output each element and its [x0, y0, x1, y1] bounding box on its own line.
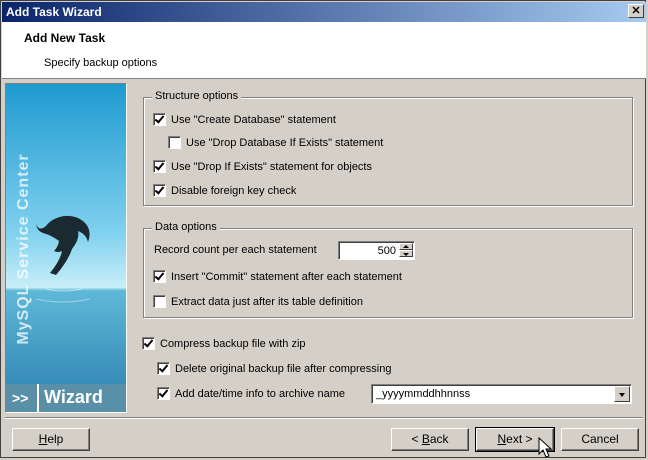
opt-extract-after-table[interactable]: Extract data just after its table defini… — [153, 295, 363, 308]
record-count-text: Record count per each statement — [154, 244, 317, 256]
checkbox-label: Compress backup file with zip — [160, 337, 306, 350]
checkbox-label: Disable foreign key check — [171, 184, 297, 197]
close-icon: ✕ — [631, 5, 641, 17]
cancel-button[interactable]: Cancel — [561, 428, 639, 451]
checkbox-label: Add date/time info to archive name — [175, 387, 345, 400]
window-title: Add Task Wizard — [6, 5, 102, 19]
wizard-window: Add Task Wizard ✕ Add New Task Specify b… — [0, 0, 646, 458]
checkbox-label: Use "Drop Database If Exists" statement — [186, 136, 384, 149]
back-button[interactable]: < Back — [391, 428, 469, 451]
help-button[interactable]: Help — [12, 428, 90, 451]
back-prefix: < — [411, 432, 422, 446]
page-title: Add New Task — [24, 31, 106, 45]
data-options-label: Data options — [152, 221, 220, 233]
opt-create-database[interactable]: Use "Create Database" statement — [153, 113, 336, 126]
chevron-down-icon[interactable] — [614, 386, 630, 402]
wizard-banner-image: MySQL Service Center >> Wizard — [5, 83, 127, 413]
checkbox[interactable] — [157, 362, 170, 375]
wizard-logo-separator — [37, 384, 39, 412]
back-label: ack — [429, 432, 449, 446]
checkbox[interactable] — [153, 270, 166, 283]
wizard-arrows: >> — [12, 390, 29, 406]
checkbox-label: Extract data just after its table defini… — [171, 295, 363, 308]
record-count-value[interactable]: 500 — [378, 245, 396, 257]
record-count-label: Record count per each statement — [154, 244, 317, 256]
opt-insert-commit[interactable]: Insert "Commit" statement after each sta… — [153, 270, 402, 283]
close-button[interactable]: ✕ — [628, 4, 644, 18]
next-mnemonic: N — [497, 432, 507, 446]
opt-drop-database[interactable]: Use "Drop Database If Exists" statement — [168, 136, 383, 149]
opt-compress-zip[interactable]: Compress backup file with zip — [142, 337, 306, 350]
checkbox[interactable] — [153, 160, 166, 173]
datetime-format-value[interactable]: _yyyymmddhhnnss — [376, 388, 470, 400]
wizard-header: Add New Task Specify backup options — [2, 22, 646, 79]
cancel-label: Cancel — [581, 432, 619, 446]
record-count-spinner[interactable]: 500 — [338, 241, 415, 260]
checkbox[interactable] — [153, 184, 166, 197]
mouse-cursor-icon — [538, 437, 552, 458]
wizard-logo: >> Wizard — [6, 384, 126, 412]
banner-vertical-text: MySQL Service Center — [15, 153, 32, 345]
checkbox[interactable] — [157, 387, 170, 400]
next-label: ext > — [506, 432, 533, 446]
checkbox[interactable] — [142, 337, 155, 350]
structure-options-label: Structure options — [152, 90, 242, 102]
checkbox-label: Delete original backup file after compre… — [175, 362, 392, 375]
datetime-format-combo[interactable]: _yyyymmddhhnnss — [371, 384, 632, 404]
checkbox[interactable] — [153, 113, 166, 126]
checkbox[interactable] — [168, 136, 181, 149]
opt-delete-original[interactable]: Delete original backup file after compre… — [157, 362, 391, 375]
spin-down-button[interactable] — [399, 250, 413, 257]
opt-add-datetime[interactable]: Add date/time info to archive name — [157, 387, 345, 400]
footer-divider — [5, 417, 643, 419]
opt-disable-foreign-key[interactable]: Disable foreign key check — [153, 184, 296, 197]
back-mnemonic: B — [421, 432, 430, 446]
title-bar[interactable]: Add Task Wizard ✕ — [2, 2, 646, 22]
page-subtitle: Specify backup options — [44, 57, 158, 69]
checkbox-label: Use "Drop If Exists" statement for objec… — [171, 160, 372, 173]
checkbox[interactable] — [153, 295, 166, 308]
help-label: elp — [47, 432, 64, 446]
opt-drop-if-exists-objects[interactable]: Use "Drop If Exists" statement for objec… — [153, 160, 372, 173]
checkbox-label: Use "Create Database" statement — [171, 113, 336, 126]
spin-up-button[interactable] — [399, 243, 413, 250]
wizard-logo-text: Wizard — [44, 387, 103, 407]
checkbox-label: Insert "Commit" statement after each sta… — [171, 270, 402, 283]
